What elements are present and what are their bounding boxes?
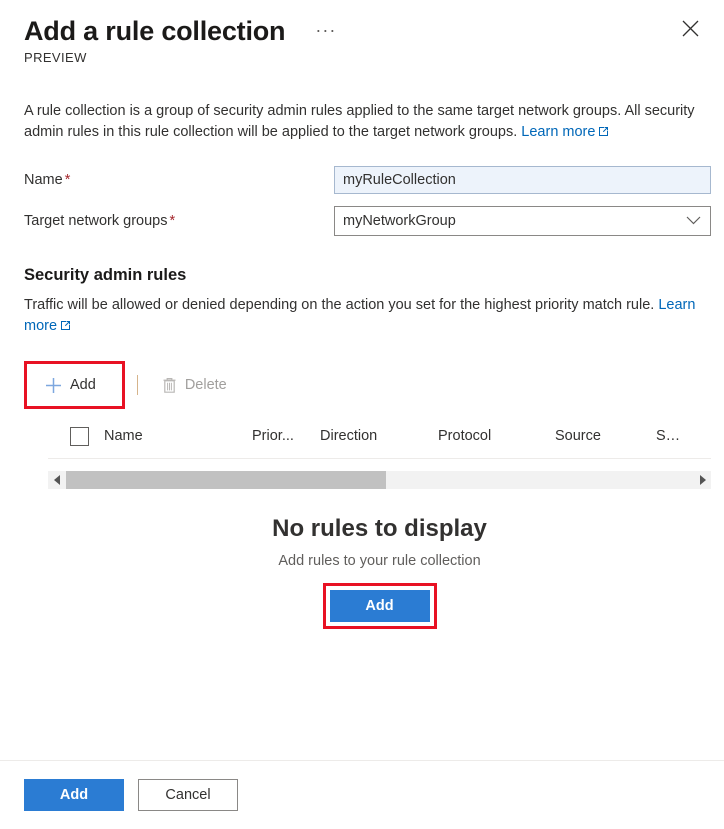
security-admin-rules-description: Traffic will be allowed or denied depend… — [24, 295, 704, 338]
target-network-groups-label-text: Target network groups — [24, 213, 168, 229]
scrollbar-track[interactable] — [66, 471, 693, 489]
add-rule-button-label: Add — [70, 377, 96, 393]
column-header-direction[interactable]: Direction — [320, 428, 438, 444]
close-button[interactable] — [674, 12, 706, 44]
scrollbar-thumb[interactable] — [66, 471, 386, 489]
target-network-groups-required-marker: * — [169, 213, 176, 229]
select-all-cell — [48, 426, 104, 446]
rules-grid: Name Prior... Direction Protocol Source … — [48, 414, 711, 629]
blade-header: Add a rule collection ··· PREVIEW — [0, 0, 724, 65]
cancel-button[interactable]: Cancel — [138, 779, 238, 811]
rules-empty-state: No rules to display Add rules to your ru… — [48, 513, 711, 629]
section-description-text: Traffic will be allowed or denied depend… — [24, 297, 655, 313]
target-network-groups-row: Target network groups * myNetworkGroup — [24, 206, 711, 236]
name-field-label: Name * — [24, 172, 334, 188]
title-row: Add a rule collection ··· — [24, 14, 700, 48]
column-header-priority[interactable]: Prior... — [252, 428, 320, 444]
delete-rule-button-label: Delete — [184, 377, 227, 393]
external-link-icon — [60, 317, 71, 338]
add-rule-highlight: Add — [24, 361, 125, 409]
column-header-name[interactable]: Name — [104, 428, 252, 444]
external-link-icon — [598, 123, 609, 144]
target-network-groups-select-wrap: myNetworkGroup — [334, 206, 711, 236]
intro-learn-more-link[interactable]: Learn more — [521, 124, 609, 140]
security-admin-rules-heading: Security admin rules — [24, 266, 187, 284]
empty-state-add-highlight: Add — [322, 583, 437, 629]
rules-grid-horizontal-scrollbar[interactable] — [48, 471, 711, 489]
select-all-checkbox[interactable] — [70, 426, 89, 446]
name-input[interactable] — [334, 166, 711, 194]
rules-command-bar: Add Delete — [24, 361, 711, 409]
rules-grid-header: Name Prior... Direction Protocol Source … — [48, 414, 711, 459]
blade-content: A rule collection is a group of security… — [0, 65, 724, 760]
scroll-left-arrow-icon[interactable] — [48, 475, 66, 485]
intro-learn-more-label: Learn more — [521, 124, 596, 140]
trash-icon — [162, 377, 177, 394]
add-rule-collection-blade: Add a rule collection ··· PREVIEW A rule… — [0, 0, 724, 829]
name-field-row: Name * — [24, 166, 711, 194]
column-header-source-port[interactable]: S… — [656, 428, 696, 444]
more-options-button[interactable]: ··· — [309, 21, 342, 39]
name-label-text: Name — [24, 172, 63, 188]
plus-icon — [45, 377, 62, 394]
submit-add-button[interactable]: Add — [24, 779, 124, 811]
blade-footer: Add Cancel — [0, 760, 724, 829]
target-network-groups-label: Target network groups * — [24, 213, 334, 229]
empty-state-add-button[interactable]: Add — [329, 590, 430, 622]
column-header-protocol[interactable]: Protocol — [438, 428, 555, 444]
empty-state-subtitle: Add rules to your rule collection — [278, 553, 481, 569]
target-network-groups-selected-value: myNetworkGroup — [343, 213, 456, 229]
add-rule-button[interactable]: Add — [33, 369, 108, 401]
scroll-right-arrow-icon[interactable] — [693, 475, 711, 485]
preview-badge: PREVIEW — [24, 50, 87, 65]
delete-rule-button[interactable]: Delete — [150, 369, 239, 401]
column-header-source[interactable]: Source — [555, 428, 656, 444]
page-title: Add a rule collection — [24, 16, 286, 46]
command-bar-divider — [136, 375, 138, 395]
close-icon — [682, 20, 698, 36]
name-required-marker: * — [64, 172, 71, 188]
target-network-groups-select[interactable]: myNetworkGroup — [334, 206, 711, 236]
empty-state-title: No rules to display — [272, 515, 487, 542]
intro-paragraph: A rule collection is a group of security… — [24, 101, 711, 144]
rule-collection-form: Name* Target network groups* myNetworkGr… — [24, 166, 711, 236]
